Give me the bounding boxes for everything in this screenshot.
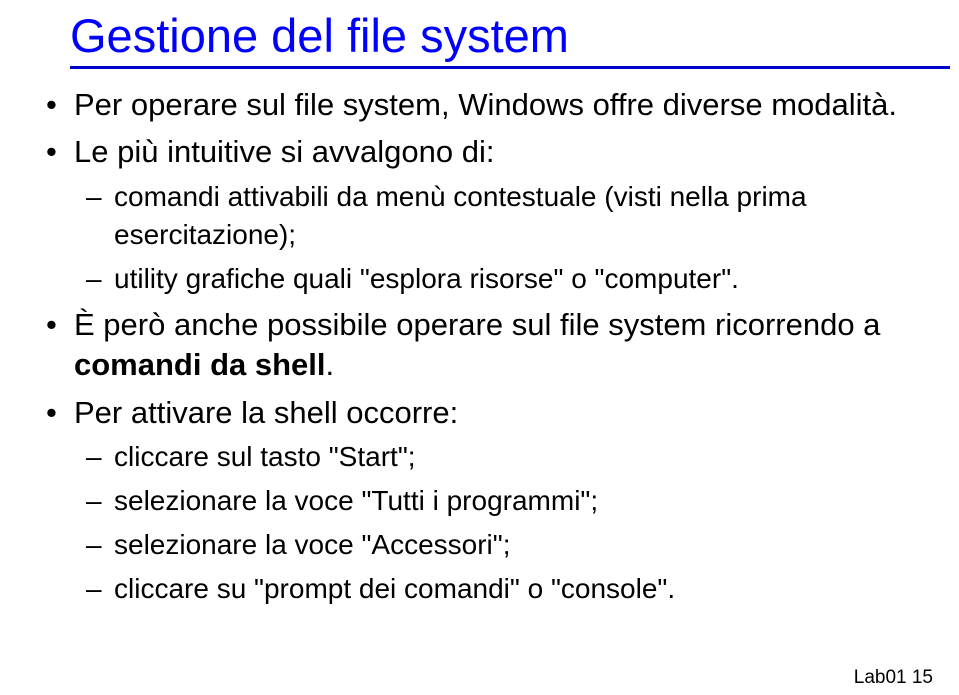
bullet-text: Per attivare la shell occorre: <box>74 395 458 430</box>
bullet-text: Per operare sul file system, Windows off… <box>74 87 897 122</box>
slide-title: Gestione del file system <box>70 10 919 62</box>
bullet-text-bold: comandi da shell <box>74 347 326 382</box>
bullet-text-pre: È però anche possibile operare sul file … <box>74 307 880 342</box>
bullet-item: È però anche possibile operare sul file … <box>40 305 919 384</box>
sub-bullet-text: selezionare la voce "Tutti i programmi"; <box>114 485 598 516</box>
sub-bullet-item: comandi attivabili da menù contestuale (… <box>74 178 919 254</box>
sub-bullet-text: selezionare la voce "Accessori"; <box>114 529 511 560</box>
sub-bullet-text: comandi attivabili da menù contestuale (… <box>114 181 807 250</box>
bullet-item: Per attivare la shell occorre: cliccare … <box>40 393 919 608</box>
sub-bullet-item: utility grafiche quali "esplora risorse"… <box>74 260 919 298</box>
bullet-text-post: . <box>326 347 335 382</box>
slide: Gestione del file system Per operare sul… <box>0 0 959 695</box>
sub-bullet-list: cliccare sul tasto "Start"; selezionare … <box>74 438 919 607</box>
bullet-list: Per operare sul file system, Windows off… <box>40 85 919 608</box>
bullet-text: Le più intuitive si avvalgono di: <box>74 134 494 169</box>
bullet-item: Le più intuitive si avvalgono di: comand… <box>40 132 919 297</box>
sub-bullet-item: selezionare la voce "Tutti i programmi"; <box>74 482 919 520</box>
sub-bullet-item: selezionare la voce "Accessori"; <box>74 526 919 564</box>
sub-bullet-text: utility grafiche quali "esplora risorse"… <box>114 263 739 294</box>
sub-bullet-item: cliccare su "prompt dei comandi" o "cons… <box>74 570 919 608</box>
sub-bullet-text: cliccare sul tasto "Start"; <box>114 441 416 472</box>
bullet-item: Per operare sul file system, Windows off… <box>40 85 919 125</box>
slide-footer: Lab01 15 <box>854 667 933 689</box>
sub-bullet-item: cliccare sul tasto "Start"; <box>74 438 919 476</box>
sub-bullet-list: comandi attivabili da menù contestuale (… <box>74 178 919 297</box>
sub-bullet-text: cliccare su "prompt dei comandi" o "cons… <box>114 573 675 604</box>
title-underline <box>70 66 950 69</box>
